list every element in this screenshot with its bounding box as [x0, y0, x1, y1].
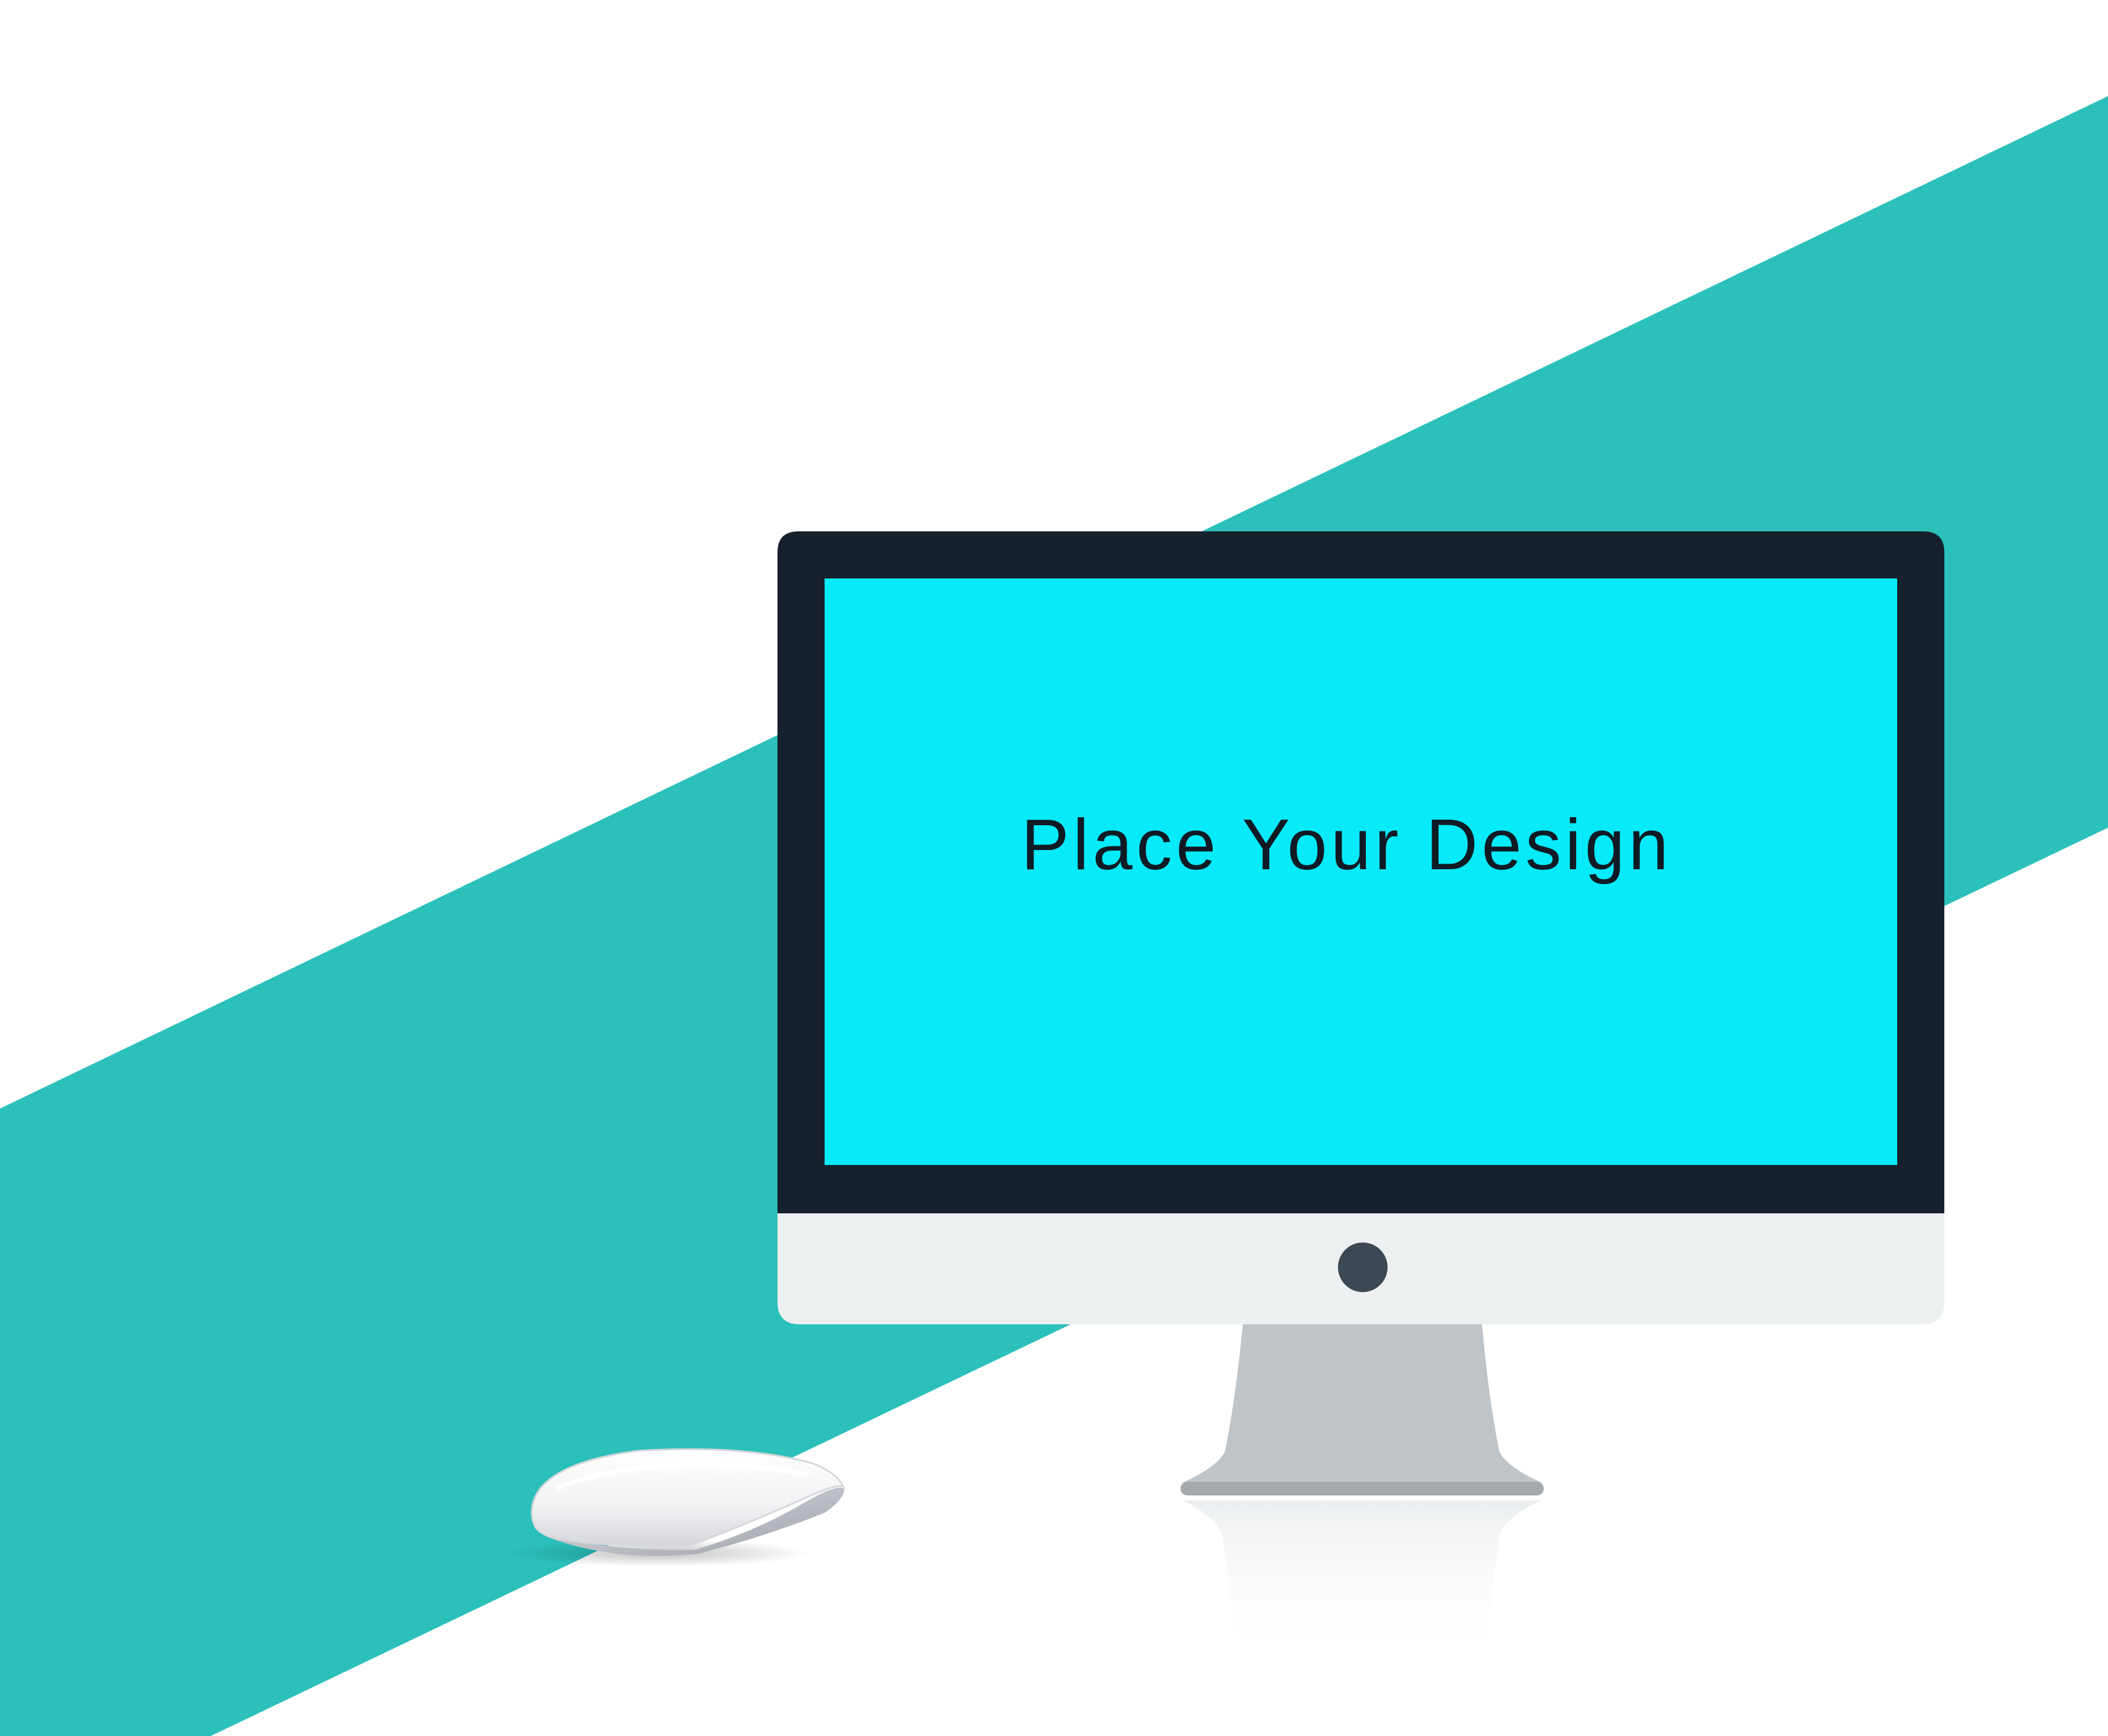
monitor-stand-base: [1180, 1482, 1544, 1495]
screen-placeholder-text: Place Your Design: [1021, 804, 1672, 885]
mockup-scene: Place Your Design: [0, 0, 2108, 1736]
camera-button: [1338, 1242, 1388, 1292]
